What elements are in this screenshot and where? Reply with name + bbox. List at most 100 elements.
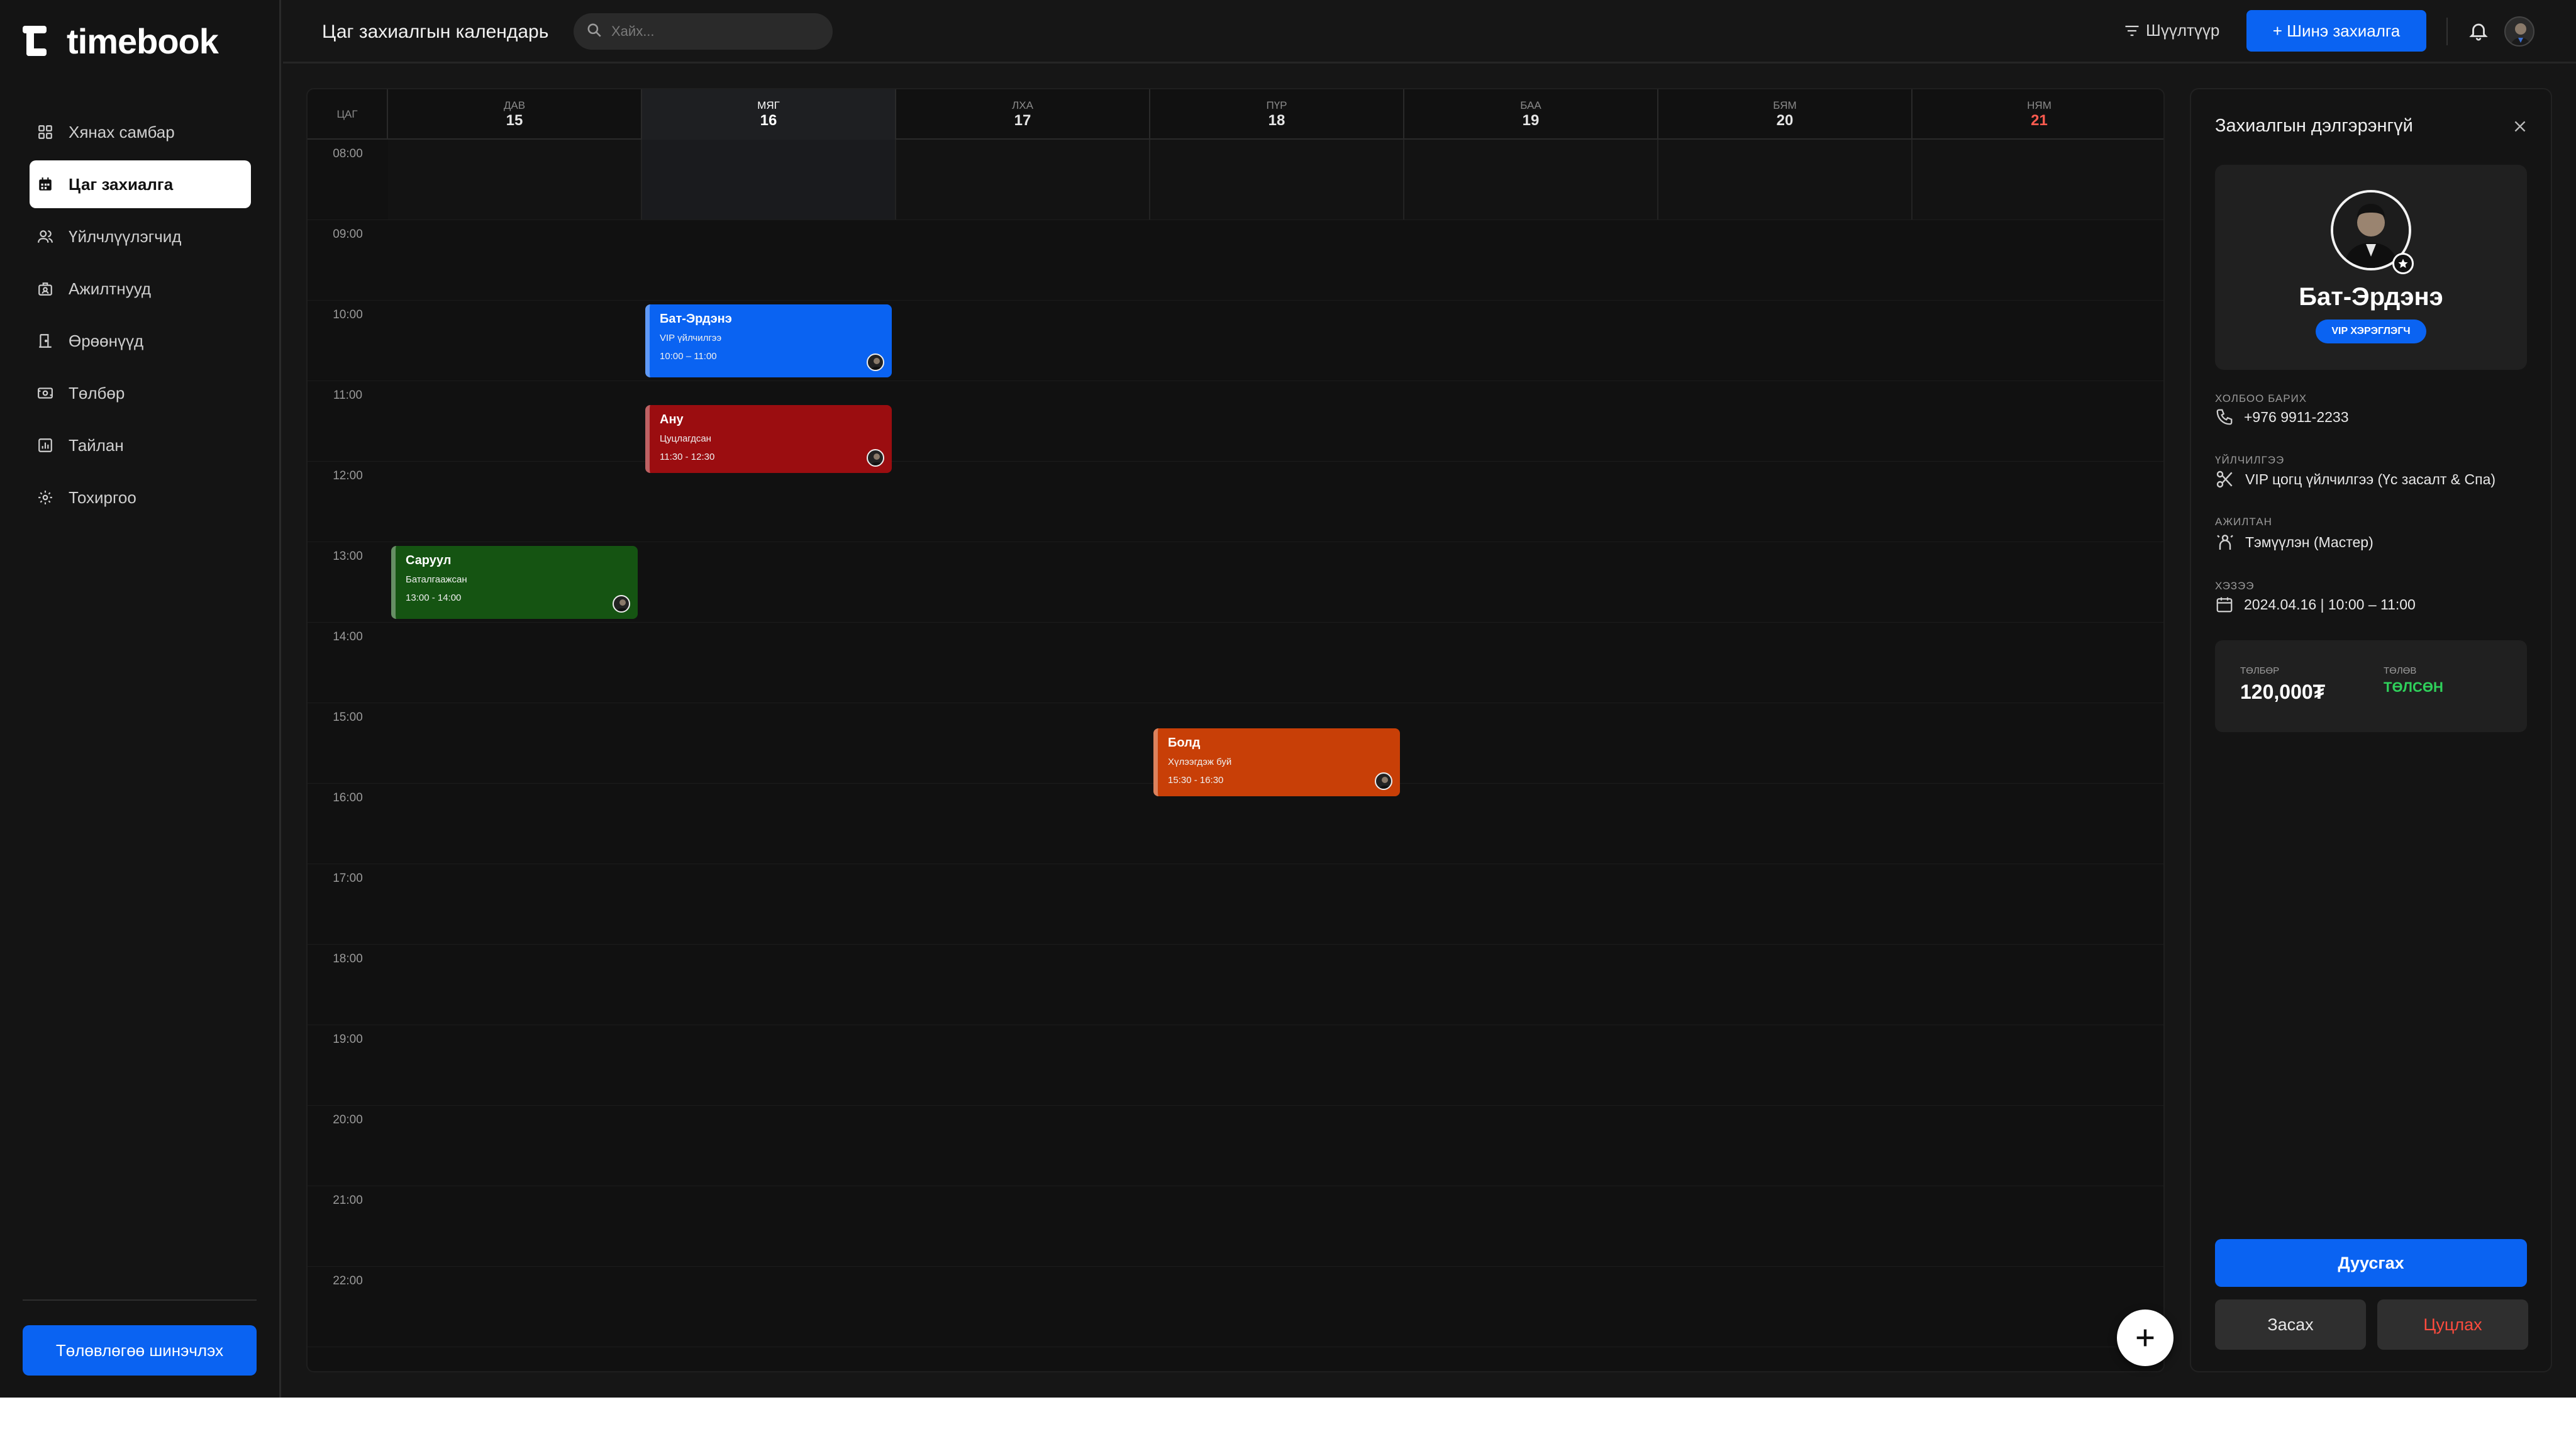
day-header-mon[interactable]: ДАВ 15 (388, 89, 642, 140)
event-avatar (867, 353, 884, 371)
day-header-wed[interactable]: ЛХА 17 (896, 89, 1150, 140)
hour-row: 08:00 (308, 140, 2163, 220)
booking-event[interactable]: Ану Цуцлагдсан 11:30 - 12:30 (645, 405, 892, 473)
contact-value: +976 9911-2233 (2244, 408, 2349, 425)
customer-profile-card: Бат-Эрдэнэ VIP ХЭРЭГЛЭГЧ (2215, 165, 2527, 370)
cancel-booking-button[interactable]: Цуцлах (2377, 1299, 2528, 1350)
sidebar-item-dashboard[interactable]: Хянах самбар (30, 108, 251, 156)
edit-button[interactable]: Засах (2215, 1299, 2366, 1350)
upgrade-plan-button[interactable]: Төлөвлөгөө шинэчлэх (23, 1325, 257, 1376)
day-header-sun[interactable]: НЯМ 21 (1913, 89, 2163, 140)
top-header: Цаг захиалгын календарь Шүүлтүүр + Шинэ … (283, 0, 2576, 64)
payment-card: ТӨЛБӨР 120,000₮ ТӨЛӨВ ТӨЛСӨН (2215, 640, 2527, 732)
hour-row: 09:00 (308, 220, 2163, 301)
panel-title: Захиалгын дэлгэрэнгүй (2215, 116, 2413, 136)
hour-label: 14:00 (333, 630, 363, 643)
hour-label: 17:00 (333, 872, 363, 885)
event-avatar (867, 449, 884, 467)
sidebar-item-settings[interactable]: Тохиргоо (30, 474, 251, 521)
event-avatar (1375, 772, 1392, 790)
service-row: VIP цогц үйлчилгээ (Үс засалт & Спа) (2215, 469, 2496, 489)
sidebar-item-label: Цаг захиалга (69, 174, 174, 194)
booking-event[interactable]: Болд Хүлээгдэж буй 15:30 - 16:30 (1153, 728, 1400, 796)
sidebar-item-label: Тохиргоо (69, 487, 136, 507)
sidebar-item-rooms[interactable]: Өрөөнүүд (30, 317, 251, 365)
event-customer-name: Ану (660, 413, 684, 426)
plus-icon (2136, 1329, 2154, 1347)
hour-row: 18:00 (308, 945, 2163, 1025)
staff-person-icon (2217, 535, 2233, 550)
event-service: Хүлээгдэж буй (1168, 757, 1232, 767)
day-header-fri[interactable]: БАА 19 (1404, 89, 1658, 140)
brand-logo[interactable]: timebook (23, 19, 219, 63)
contact-label: ХОЛБОО БАРИХ (2215, 392, 2307, 404)
date-label: ХЭЗЭЭ (2215, 580, 2255, 592)
staff-icon (36, 279, 55, 298)
brand-name: timebook (67, 21, 219, 61)
staff-row: Тэмүүлэн (Мастер) (2215, 532, 2373, 552)
new-booking-button[interactable]: + Шинэ захиалга (2246, 10, 2426, 52)
date-value: 2024.04.16 | 10:00 – 11:00 (2244, 596, 2416, 613)
filter-label: Шүүлтүүр (2146, 21, 2220, 40)
sidebar: timebook Хянах самбар Цаг захиалга Үйлчл… (0, 0, 281, 1398)
sidebar-item-label: Төлбөр (69, 383, 125, 403)
hour-label: 11:00 (333, 389, 363, 402)
contact-row[interactable]: +976 9911-2233 (2215, 408, 2348, 426)
day-name: БАА (1520, 99, 1541, 111)
header-divider (2446, 18, 2448, 45)
hour-label: 08:00 (333, 147, 363, 160)
day-name: МЯГ (757, 99, 780, 111)
phone-icon (2216, 409, 2233, 425)
day-number: 18 (1268, 112, 1285, 129)
sidebar-item-customers[interactable]: Үйлчлүүлэгчид (30, 213, 251, 260)
payment-amount: 120,000₮ (2240, 681, 2326, 703)
sidebar-item-bookings[interactable]: Цаг захиалга (30, 160, 251, 208)
search-input[interactable] (611, 23, 813, 40)
booking-event[interactable]: Саруул Баталгаажсан 13:00 - 14:00 (391, 546, 638, 619)
hour-label: 18:00 (333, 952, 363, 965)
event-customer-name: Саруул (406, 553, 452, 567)
day-name: ДАВ (503, 99, 526, 111)
users-icon (36, 227, 55, 246)
day-name: ПҮР (1266, 99, 1287, 111)
booking-event[interactable]: Бат-Эрдэнэ VIP үйлчилгээ 10:00 – 11:00 (645, 304, 892, 377)
add-booking-fab[interactable] (2117, 1309, 2174, 1366)
search-box[interactable] (574, 13, 833, 50)
close-icon[interactable] (2512, 118, 2528, 138)
day-header-sat[interactable]: БЯМ 20 (1658, 89, 1913, 140)
sidebar-item-label: Тайлан (69, 435, 124, 455)
calendar-small-icon (2216, 597, 2233, 613)
sidebar-item-staff[interactable]: Ажилтнууд (30, 265, 251, 313)
user-avatar[interactable] (2504, 16, 2534, 47)
calendar-icon (36, 175, 55, 194)
hour-label: 15:00 (333, 711, 363, 724)
day-header-thu[interactable]: ПҮР 18 (1150, 89, 1404, 140)
payment-status: ТӨЛСӨН (2384, 679, 2443, 695)
hour-label: 12:00 (333, 469, 363, 482)
event-time: 15:30 - 16:30 (1168, 775, 1224, 786)
filter-button[interactable]: Шүүлтүүр (2123, 21, 2219, 40)
finish-button[interactable]: Дуусгах (2215, 1239, 2527, 1287)
event-customer-name: Бат-Эрдэнэ (660, 312, 732, 326)
hour-label: 21:00 (333, 1194, 363, 1207)
scissors-icon (2216, 470, 2233, 488)
event-time: 11:30 - 12:30 (660, 452, 715, 462)
door-icon (36, 331, 55, 350)
sidebar-divider (23, 1299, 257, 1301)
staff-value: Тэмүүлэн (Мастер) (2245, 533, 2373, 550)
notification-bell-icon[interactable] (2468, 20, 2489, 45)
customer-name: Бат-Эрдэнэ (2299, 283, 2443, 311)
event-customer-name: Болд (1168, 736, 1201, 750)
hour-row: 10:00 (308, 301, 2163, 381)
hour-row: 22:00 (308, 1267, 2163, 1347)
event-time: 10:00 – 11:00 (660, 351, 717, 362)
hour-row: 20:00 (308, 1106, 2163, 1186)
day-header-tue[interactable]: МЯГ 16 (642, 89, 896, 140)
sidebar-item-payments[interactable]: Төлбөр (30, 369, 251, 417)
event-avatar (613, 595, 630, 613)
day-number: 21 (2031, 112, 2048, 129)
event-time: 13:00 - 14:00 (406, 592, 462, 603)
hour-label: 13:00 (333, 550, 363, 563)
sidebar-item-reports[interactable]: Тайлан (30, 421, 251, 469)
sidebar-item-label: Хянах самбар (69, 122, 175, 142)
